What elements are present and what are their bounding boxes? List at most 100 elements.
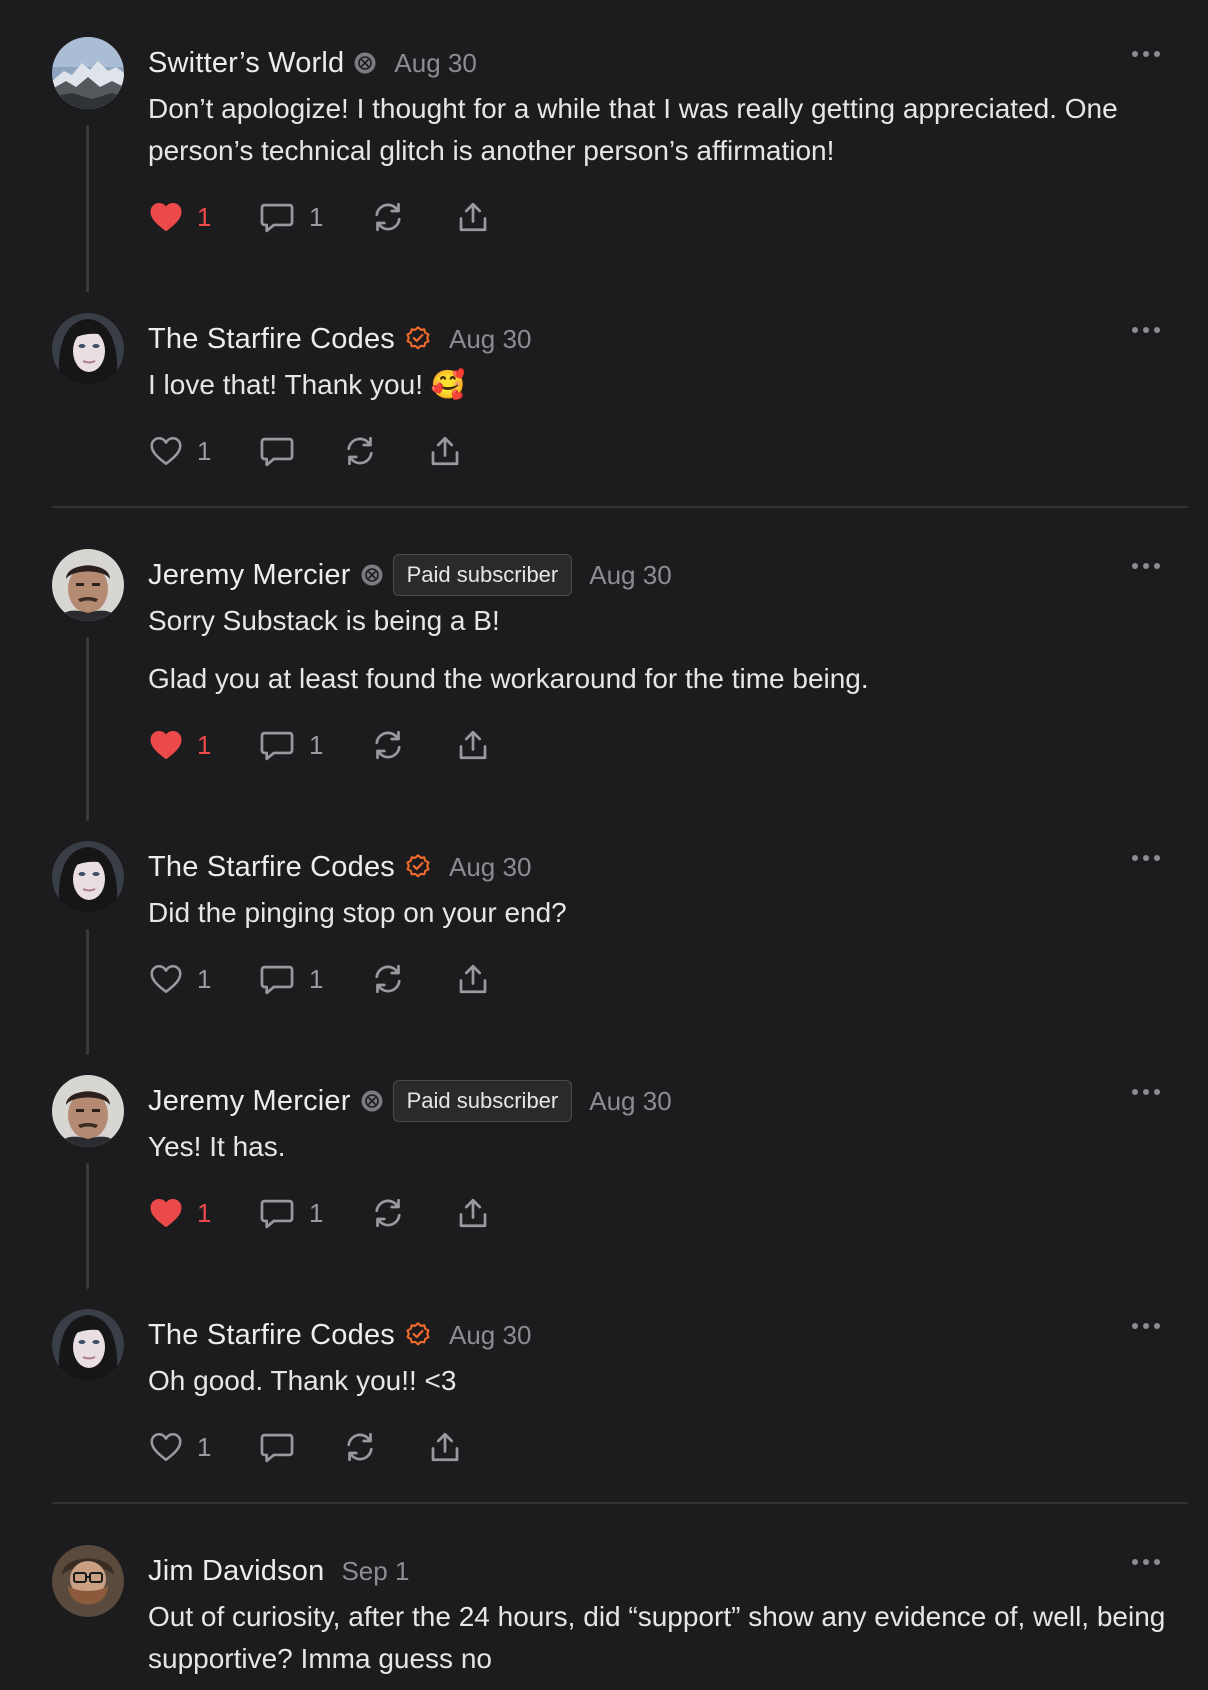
heart-icon — [148, 1195, 184, 1231]
action-bar: 1 — [148, 1427, 748, 1467]
comment-text: Oh good. Thank you!! <3 — [148, 1365, 457, 1396]
restack-button[interactable] — [370, 725, 406, 765]
ellipsis-icon[interactable] — [1132, 1089, 1160, 1095]
substack-badge-icon — [360, 1089, 384, 1113]
reply-button[interactable]: 1 — [258, 725, 323, 765]
reply-count: 1 — [309, 963, 324, 994]
reply-button[interactable]: 1 — [258, 1193, 323, 1233]
like-count: 1 — [197, 963, 212, 994]
restack-button[interactable] — [370, 1193, 406, 1233]
restack-arrows-icon — [370, 1195, 406, 1231]
reply-count: 1 — [309, 729, 324, 760]
action-bar: 1 1 — [148, 197, 748, 237]
reply-button[interactable]: 1 — [258, 959, 323, 999]
avatar[interactable] — [52, 549, 124, 621]
speech-bubble-icon — [258, 960, 296, 998]
avatar[interactable] — [52, 37, 124, 109]
reply-button[interactable] — [258, 431, 296, 471]
comment-body: Sorry Substack is being a B! Glad you at… — [148, 600, 1180, 700]
ellipsis-icon[interactable] — [1132, 51, 1160, 57]
like-button[interactable]: 1 — [148, 1193, 211, 1233]
share-button[interactable] — [455, 725, 491, 765]
like-count: 1 — [197, 1197, 212, 1228]
action-bar: 1 1 — [148, 725, 748, 765]
reply-button[interactable]: 1 — [258, 197, 323, 237]
ellipsis-icon[interactable] — [1132, 855, 1160, 861]
ellipsis-icon[interactable] — [1132, 563, 1160, 569]
comment-date[interactable]: Aug 30 — [449, 852, 531, 883]
substack-badge-icon — [360, 563, 384, 587]
comment-body: I love that! Thank you! 🥰 — [148, 364, 1180, 406]
like-button[interactable]: 1 — [148, 725, 211, 765]
avatar[interactable] — [52, 1545, 124, 1617]
restack-button[interactable] — [342, 431, 378, 471]
comment-date[interactable]: Sep 1 — [341, 1556, 409, 1587]
comment-body: Don’t apologize! I thought for a while t… — [148, 88, 1180, 172]
like-count: 1 — [197, 435, 212, 466]
restack-arrows-icon — [370, 961, 406, 997]
restack-button[interactable] — [342, 1427, 378, 1467]
avatar[interactable] — [52, 841, 124, 913]
comment-text: Glad you at least found the workaround f… — [148, 663, 869, 694]
like-count: 1 — [197, 729, 212, 760]
author-name[interactable]: The Starfire Codes — [148, 851, 395, 884]
paid-subscriber-badge: Paid subscriber — [392, 1080, 573, 1122]
like-count: 1 — [197, 1431, 212, 1462]
share-upload-icon — [455, 961, 491, 997]
comment-text: Did the pinging stop on your end? — [148, 897, 567, 928]
share-button[interactable] — [455, 197, 491, 237]
ellipsis-icon[interactable] — [1132, 1559, 1160, 1565]
thread-line — [86, 125, 89, 292]
share-button[interactable] — [455, 959, 491, 999]
comment-text: Yes! It has. — [148, 1131, 286, 1162]
share-button[interactable] — [427, 1427, 463, 1467]
avatar[interactable] — [52, 313, 124, 385]
share-upload-icon — [455, 727, 491, 763]
author-name[interactable]: Jeremy Mercier — [148, 559, 351, 592]
like-button[interactable]: 1 — [148, 197, 211, 237]
author-name[interactable]: Jim Davidson — [148, 1555, 324, 1588]
share-upload-icon — [455, 1195, 491, 1231]
restack-arrows-icon — [370, 199, 406, 235]
avatar[interactable] — [52, 1075, 124, 1147]
action-bar: 1 1 — [148, 1193, 748, 1233]
substack-badge-icon — [353, 51, 377, 75]
like-button[interactable]: 1 — [148, 959, 211, 999]
comment-text: Don’t apologize! I thought for a while t… — [148, 93, 1118, 166]
comment-date[interactable]: Aug 30 — [449, 324, 531, 355]
comment-date[interactable]: Aug 30 — [394, 48, 476, 79]
thread-line — [86, 1163, 89, 1289]
author-name[interactable]: Jeremy Mercier — [148, 1085, 351, 1118]
author-name[interactable]: The Starfire Codes — [148, 1319, 395, 1352]
reply-button[interactable] — [258, 1427, 296, 1467]
speech-bubble-icon — [258, 1194, 296, 1232]
share-button[interactable] — [427, 431, 463, 471]
like-button[interactable]: 1 — [148, 431, 211, 471]
ellipsis-icon[interactable] — [1132, 1323, 1160, 1329]
comment-body: Did the pinging stop on your end? — [148, 892, 1180, 934]
restack-button[interactable] — [370, 197, 406, 237]
heart-icon — [148, 727, 184, 763]
verified-check-icon — [404, 1321, 432, 1349]
avatar[interactable] — [52, 1309, 124, 1381]
share-button[interactable] — [455, 1193, 491, 1233]
speech-bubble-icon — [258, 432, 296, 470]
restack-arrows-icon — [370, 727, 406, 763]
like-button[interactable]: 1 — [148, 1427, 211, 1467]
ellipsis-icon[interactable] — [1132, 327, 1160, 333]
reply-count: 1 — [309, 201, 324, 232]
comment-date[interactable]: Aug 30 — [589, 560, 671, 591]
comment-date[interactable]: Aug 30 — [449, 1320, 531, 1351]
action-bar: 1 — [148, 431, 748, 471]
author-name[interactable]: Switter’s World — [148, 47, 344, 80]
speech-bubble-icon — [258, 726, 296, 764]
comment-text: Sorry Substack is being a B! — [148, 605, 500, 636]
verified-check-icon — [404, 853, 432, 881]
author-name[interactable]: The Starfire Codes — [148, 323, 395, 356]
like-count: 1 — [197, 201, 212, 232]
thread-line — [86, 929, 89, 1055]
comment-date[interactable]: Aug 30 — [589, 1086, 671, 1117]
heart-icon — [148, 433, 184, 469]
restack-button[interactable] — [370, 959, 406, 999]
heart-icon — [148, 199, 184, 235]
